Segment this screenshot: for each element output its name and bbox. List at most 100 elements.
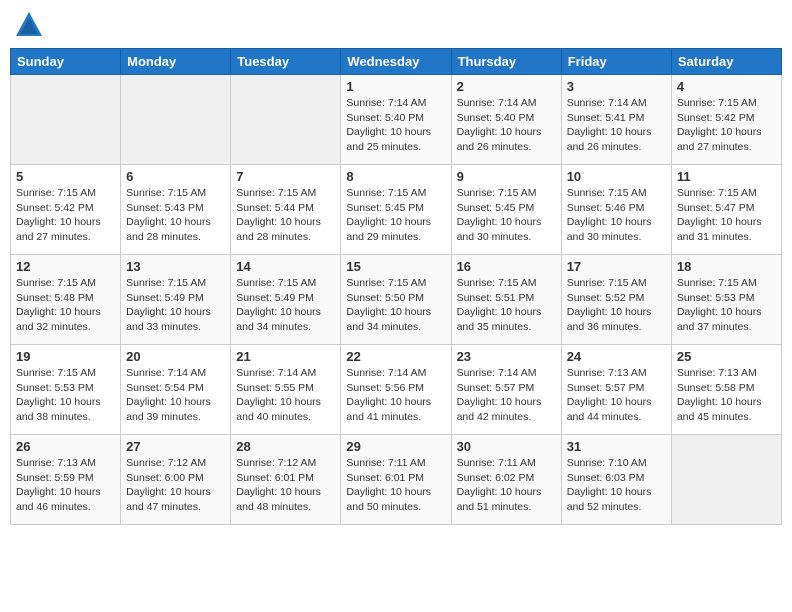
- day-info: Sunrise: 7:15 AM Sunset: 5:49 PM Dayligh…: [126, 276, 225, 335]
- day-info: Sunrise: 7:15 AM Sunset: 5:45 PM Dayligh…: [346, 186, 445, 245]
- day-info: Sunrise: 7:14 AM Sunset: 5:54 PM Dayligh…: [126, 366, 225, 425]
- day-info: Sunrise: 7:13 AM Sunset: 5:59 PM Dayligh…: [16, 456, 115, 515]
- day-number: 22: [346, 349, 445, 364]
- weekday-header-sunday: Sunday: [11, 49, 121, 75]
- day-number: 19: [16, 349, 115, 364]
- calendar-cell: 12Sunrise: 7:15 AM Sunset: 5:48 PM Dayli…: [11, 255, 121, 345]
- day-info: Sunrise: 7:15 AM Sunset: 5:53 PM Dayligh…: [677, 276, 776, 335]
- calendar-cell: [671, 435, 781, 525]
- day-info: Sunrise: 7:12 AM Sunset: 6:01 PM Dayligh…: [236, 456, 335, 515]
- calendar-cell: 25 Sunrise: 7:13 AM Sunset: 5:58 PM Dayli…: [671, 345, 781, 435]
- calendar-cell: 29 Sunrise: 7:11 AM Sunset: 6:01 PM Dayli…: [341, 435, 451, 525]
- day-info: Sunrise: 7:15 AM Sunset: 5:44 PM Dayligh…: [236, 186, 335, 245]
- day-number: 1: [346, 79, 445, 94]
- day-number: 12: [16, 259, 115, 274]
- day-info: Sunrise: 7:14 AM Sunset: 5:41 PM Dayligh…: [567, 96, 666, 155]
- calendar-cell: 2 Sunrise: 7:14 AM Sunset: 5:40 PM Daylig…: [451, 75, 561, 165]
- day-number: 13: [126, 259, 225, 274]
- calendar-week-row: 5Sunrise: 7:15 AM Sunset: 5:42 PM Daylig…: [11, 165, 782, 255]
- day-number: 25: [677, 349, 776, 364]
- day-info: Sunrise: 7:15 AM Sunset: 5:49 PM Dayligh…: [236, 276, 335, 335]
- calendar-cell: 16 Sunrise: 7:15 AM Sunset: 5:51 PM Dayli…: [451, 255, 561, 345]
- day-info: Sunrise: 7:15 AM Sunset: 5:46 PM Dayligh…: [567, 186, 666, 245]
- calendar-week-row: 1 Sunrise: 7:14 AM Sunset: 5:40 PM Daylig…: [11, 75, 782, 165]
- day-number: 31: [567, 439, 666, 454]
- day-info: Sunrise: 7:11 AM Sunset: 6:02 PM Dayligh…: [457, 456, 556, 515]
- day-number: 14: [236, 259, 335, 274]
- day-info: Sunrise: 7:14 AM Sunset: 5:40 PM Dayligh…: [457, 96, 556, 155]
- calendar-cell: 20 Sunrise: 7:14 AM Sunset: 5:54 PM Dayli…: [121, 345, 231, 435]
- day-info: Sunrise: 7:14 AM Sunset: 5:40 PM Dayligh…: [346, 96, 445, 155]
- logo-icon: [14, 10, 44, 40]
- day-info: Sunrise: 7:14 AM Sunset: 5:55 PM Dayligh…: [236, 366, 335, 425]
- calendar-cell: 27 Sunrise: 7:12 AM Sunset: 6:00 PM Dayli…: [121, 435, 231, 525]
- calendar-cell: 11 Sunrise: 7:15 AM Sunset: 5:47 PM Dayli…: [671, 165, 781, 255]
- day-number: 3: [567, 79, 666, 94]
- calendar-table: SundayMondayTuesdayWednesdayThursdayFrid…: [10, 48, 782, 525]
- day-info: Sunrise: 7:15 AM Sunset: 5:47 PM Dayligh…: [677, 186, 776, 245]
- weekday-header-wednesday: Wednesday: [341, 49, 451, 75]
- calendar-cell: 5Sunrise: 7:15 AM Sunset: 5:42 PM Daylig…: [11, 165, 121, 255]
- calendar-cell: 28 Sunrise: 7:12 AM Sunset: 6:01 PM Dayli…: [231, 435, 341, 525]
- day-info: Sunrise: 7:15 AM Sunset: 5:42 PM Dayligh…: [677, 96, 776, 155]
- calendar-cell: 26Sunrise: 7:13 AM Sunset: 5:59 PM Dayli…: [11, 435, 121, 525]
- day-info: Sunrise: 7:14 AM Sunset: 5:56 PM Dayligh…: [346, 366, 445, 425]
- calendar-cell: 23 Sunrise: 7:14 AM Sunset: 5:57 PM Dayli…: [451, 345, 561, 435]
- day-info: Sunrise: 7:15 AM Sunset: 5:50 PM Dayligh…: [346, 276, 445, 335]
- day-number: 21: [236, 349, 335, 364]
- calendar-cell: 13 Sunrise: 7:15 AM Sunset: 5:49 PM Dayli…: [121, 255, 231, 345]
- calendar-cell: 6 Sunrise: 7:15 AM Sunset: 5:43 PM Daylig…: [121, 165, 231, 255]
- page-header: [10, 10, 782, 40]
- day-info: Sunrise: 7:15 AM Sunset: 5:51 PM Dayligh…: [457, 276, 556, 335]
- calendar-cell: 24 Sunrise: 7:13 AM Sunset: 5:57 PM Dayli…: [561, 345, 671, 435]
- day-number: 15: [346, 259, 445, 274]
- day-info: Sunrise: 7:13 AM Sunset: 5:58 PM Dayligh…: [677, 366, 776, 425]
- day-number: 18: [677, 259, 776, 274]
- calendar-cell: 30 Sunrise: 7:11 AM Sunset: 6:02 PM Dayli…: [451, 435, 561, 525]
- day-number: 16: [457, 259, 556, 274]
- weekday-header-monday: Monday: [121, 49, 231, 75]
- calendar-week-row: 26Sunrise: 7:13 AM Sunset: 5:59 PM Dayli…: [11, 435, 782, 525]
- weekday-header-tuesday: Tuesday: [231, 49, 341, 75]
- calendar-cell: 15 Sunrise: 7:15 AM Sunset: 5:50 PM Dayli…: [341, 255, 451, 345]
- weekday-header-thursday: Thursday: [451, 49, 561, 75]
- day-number: 27: [126, 439, 225, 454]
- day-number: 29: [346, 439, 445, 454]
- day-number: 11: [677, 169, 776, 184]
- calendar-cell: 31Sunrise: 7:10 AM Sunset: 6:03 PM Dayli…: [561, 435, 671, 525]
- day-number: 30: [457, 439, 556, 454]
- calendar-cell: 8Sunrise: 7:15 AM Sunset: 5:45 PM Daylig…: [341, 165, 451, 255]
- calendar-cell: 19 Sunrise: 7:15 AM Sunset: 5:53 PM Dayli…: [11, 345, 121, 435]
- day-number: 24: [567, 349, 666, 364]
- day-info: Sunrise: 7:15 AM Sunset: 5:42 PM Dayligh…: [16, 186, 115, 245]
- calendar-week-row: 12Sunrise: 7:15 AM Sunset: 5:48 PM Dayli…: [11, 255, 782, 345]
- calendar-cell: 1 Sunrise: 7:14 AM Sunset: 5:40 PM Daylig…: [341, 75, 451, 165]
- day-number: 9: [457, 169, 556, 184]
- day-number: 6: [126, 169, 225, 184]
- day-info: Sunrise: 7:13 AM Sunset: 5:57 PM Dayligh…: [567, 366, 666, 425]
- day-number: 23: [457, 349, 556, 364]
- day-info: Sunrise: 7:15 AM Sunset: 5:53 PM Dayligh…: [16, 366, 115, 425]
- calendar-cell: 22 Sunrise: 7:14 AM Sunset: 5:56 PM Dayli…: [341, 345, 451, 435]
- day-info: Sunrise: 7:12 AM Sunset: 6:00 PM Dayligh…: [126, 456, 225, 515]
- day-number: 20: [126, 349, 225, 364]
- day-info: Sunrise: 7:15 AM Sunset: 5:52 PM Dayligh…: [567, 276, 666, 335]
- calendar-cell: 3 Sunrise: 7:14 AM Sunset: 5:41 PM Daylig…: [561, 75, 671, 165]
- day-info: Sunrise: 7:15 AM Sunset: 5:43 PM Dayligh…: [126, 186, 225, 245]
- day-number: 4: [677, 79, 776, 94]
- weekday-header-friday: Friday: [561, 49, 671, 75]
- day-info: Sunrise: 7:11 AM Sunset: 6:01 PM Dayligh…: [346, 456, 445, 515]
- weekday-header-saturday: Saturday: [671, 49, 781, 75]
- day-number: 7: [236, 169, 335, 184]
- day-number: 10: [567, 169, 666, 184]
- calendar-cell: [231, 75, 341, 165]
- calendar-cell: 17 Sunrise: 7:15 AM Sunset: 5:52 PM Dayli…: [561, 255, 671, 345]
- calendar-cell: 10 Sunrise: 7:15 AM Sunset: 5:46 PM Dayli…: [561, 165, 671, 255]
- calendar-cell: 18 Sunrise: 7:15 AM Sunset: 5:53 PM Dayli…: [671, 255, 781, 345]
- day-number: 17: [567, 259, 666, 274]
- calendar-cell: [11, 75, 121, 165]
- day-info: Sunrise: 7:14 AM Sunset: 5:57 PM Dayligh…: [457, 366, 556, 425]
- calendar-cell: 14 Sunrise: 7:15 AM Sunset: 5:49 PM Dayli…: [231, 255, 341, 345]
- day-number: 28: [236, 439, 335, 454]
- day-number: 2: [457, 79, 556, 94]
